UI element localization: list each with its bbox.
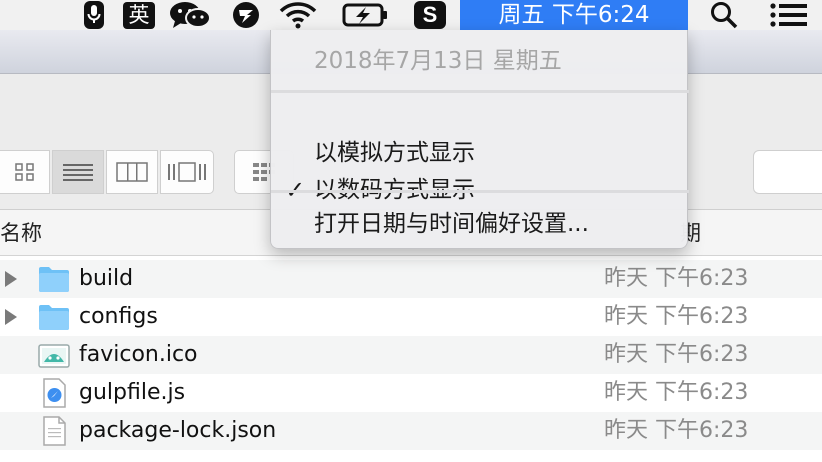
gallery-view-icon bbox=[168, 162, 206, 182]
menu-separator bbox=[271, 90, 689, 93]
document-file-icon bbox=[43, 416, 66, 446]
file-row-package-lock[interactable]: package-lock.json 昨天 下午6:23 bbox=[0, 412, 822, 450]
column-view-button[interactable] bbox=[106, 150, 158, 194]
wifi-icon[interactable] bbox=[275, 0, 321, 30]
menu-item-label: 打开日期与时间偏好设置... bbox=[314, 211, 589, 237]
file-list: build 昨天 下午6:23 configs 昨天 下午6:23 favico… bbox=[0, 260, 822, 450]
menubar: 英 S 周五 下午6:24 bbox=[0, 0, 822, 30]
folder-icon bbox=[39, 267, 69, 292]
clock-dropdown-menu: 2018年7月13日 星期五 以模拟方式显示 ✓ 以数码方式显示 打开日期与时间… bbox=[270, 30, 689, 249]
file-row-favicon[interactable]: favicon.ico 昨天 下午6:23 bbox=[0, 336, 822, 374]
spotlight-search-icon[interactable] bbox=[703, 0, 745, 30]
disclosure-triangle-icon[interactable] bbox=[4, 270, 18, 288]
file-date: 昨天 下午6:23 bbox=[604, 342, 749, 367]
lark-icon[interactable] bbox=[228, 0, 264, 30]
file-name: configs bbox=[79, 304, 158, 329]
wechat-icon[interactable] bbox=[168, 0, 212, 30]
file-date: 昨天 下午6:23 bbox=[604, 418, 749, 443]
menu-separator bbox=[271, 190, 689, 193]
sogou-icon[interactable]: S bbox=[410, 0, 450, 30]
list-view-button[interactable] bbox=[52, 150, 104, 194]
file-name: package-lock.json bbox=[79, 418, 277, 443]
file-date: 昨天 下午6:23 bbox=[604, 380, 749, 405]
menu-item-label: 以模拟方式显示 bbox=[314, 140, 475, 166]
menubar-clock[interactable]: 周五 下午6:24 bbox=[460, 0, 688, 30]
menu-date-header: 2018年7月13日 星期五 bbox=[271, 44, 689, 78]
icon-view-button[interactable] bbox=[0, 150, 50, 194]
file-row-configs[interactable]: configs 昨天 下午6:23 bbox=[0, 298, 822, 336]
icon-view-icon bbox=[14, 163, 34, 181]
list-view-icon bbox=[63, 164, 93, 181]
notification-center-icon[interactable] bbox=[765, 0, 813, 30]
file-row-build[interactable]: build 昨天 下午6:23 bbox=[0, 260, 822, 298]
menu-date-text: 2018年7月13日 星期五 bbox=[314, 48, 562, 74]
sogou-label: S bbox=[414, 1, 446, 29]
column-view-icon bbox=[116, 162, 148, 182]
folder-icon bbox=[39, 305, 69, 330]
microphone-icon[interactable] bbox=[78, 0, 110, 30]
file-date: 昨天 下午6:23 bbox=[604, 266, 749, 291]
finder-search-field[interactable] bbox=[753, 150, 822, 194]
file-date: 昨天 下午6:23 bbox=[604, 304, 749, 329]
menu-item-analog[interactable]: 以模拟方式显示 bbox=[271, 136, 689, 170]
gallery-view-button[interactable] bbox=[160, 150, 214, 194]
file-row-gulpfile[interactable]: gulpfile.js 昨天 下午6:23 bbox=[0, 374, 822, 412]
file-name: build bbox=[79, 266, 134, 291]
battery-charging-icon[interactable] bbox=[340, 0, 392, 30]
file-name: favicon.ico bbox=[79, 342, 198, 367]
file-name: gulpfile.js bbox=[79, 380, 186, 405]
column-header-name[interactable]: 名称 bbox=[0, 210, 42, 256]
disclosure-triangle-icon[interactable] bbox=[4, 308, 18, 326]
image-file-icon bbox=[38, 344, 70, 368]
input-method-label: 英 bbox=[123, 1, 155, 29]
input-method-icon[interactable]: 英 bbox=[120, 0, 158, 30]
javascript-file-icon bbox=[43, 378, 66, 408]
menu-item-open-preferences[interactable]: 打开日期与时间偏好设置... bbox=[271, 206, 689, 242]
